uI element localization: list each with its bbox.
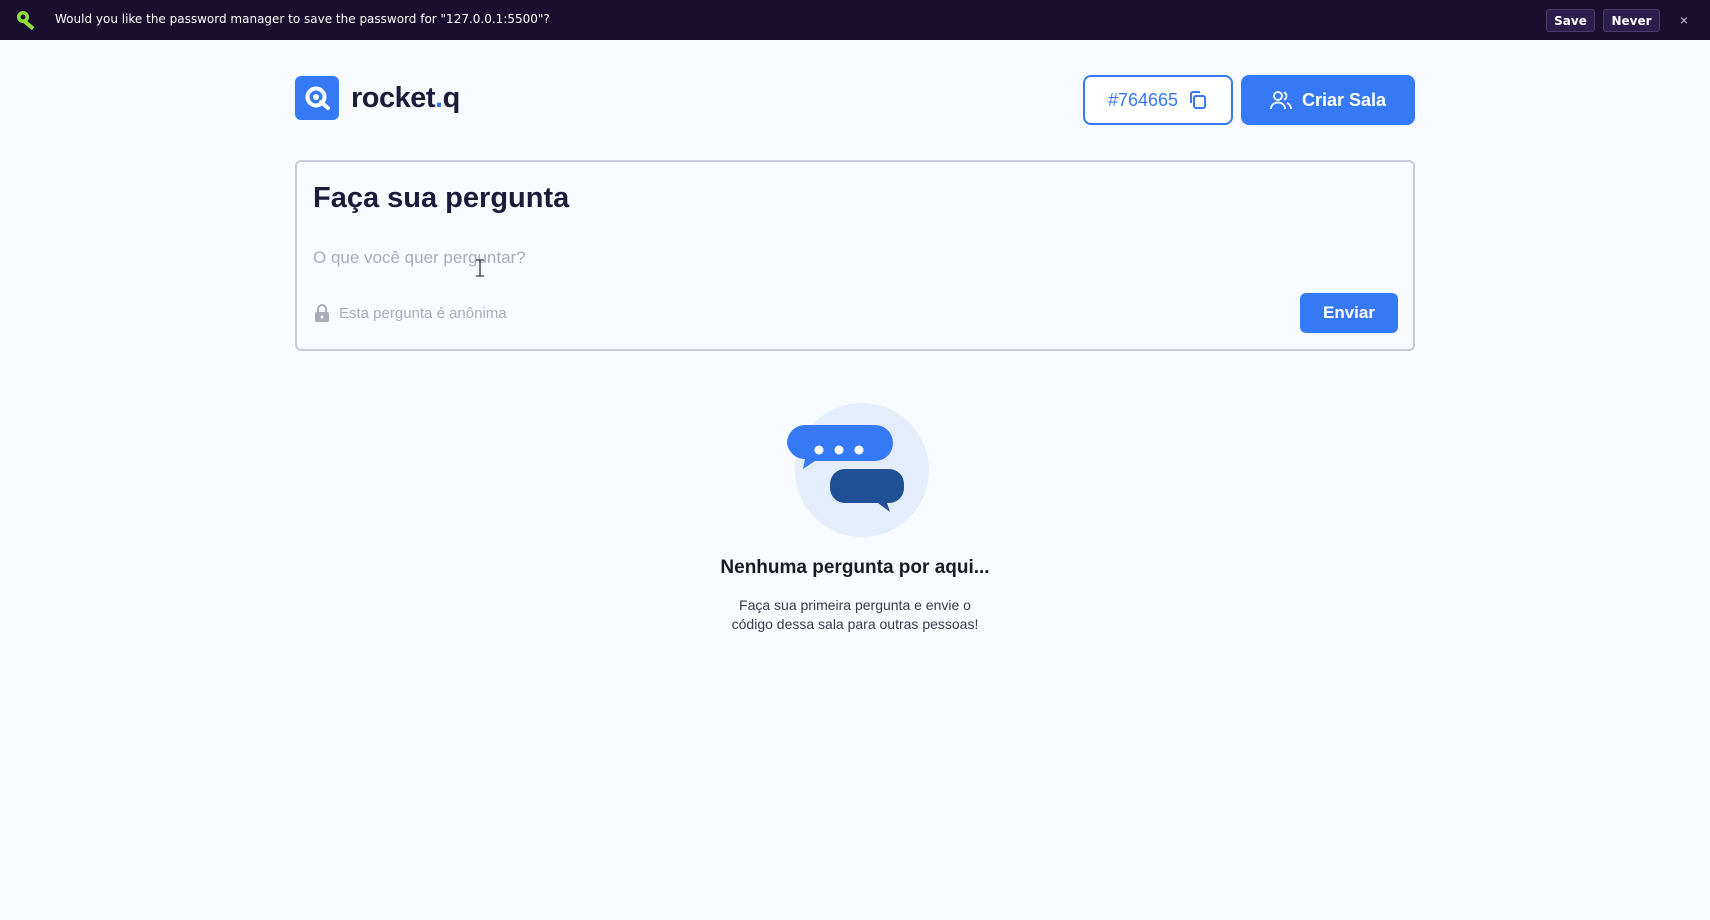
question-form-title: Faça sua pergunta bbox=[313, 182, 570, 214]
logo-text: rocket.q bbox=[351, 82, 460, 115]
chat-bubbles-icon bbox=[787, 403, 929, 537]
room-code-label: #764665 bbox=[1107, 89, 1179, 110]
key-icon bbox=[17, 11, 35, 30]
close-icon[interactable]: × bbox=[1676, 10, 1692, 30]
empty-state-description-line1: Faça sua primeira pergunta e envie o bbox=[739, 597, 971, 613]
lock-icon bbox=[315, 304, 329, 322]
empty-state-description-line2: código dessa sala para outras pessoas! bbox=[731, 616, 979, 632]
empty-state-description: Faça sua primeira pergunta e envie o cód… bbox=[655, 596, 1055, 634]
logo-word: rocket bbox=[351, 81, 436, 114]
copy-room-code-button[interactable]: #764665 bbox=[1083, 75, 1233, 125]
text-cursor-icon bbox=[476, 259, 484, 277]
never-save-button[interactable]: Never bbox=[1603, 9, 1660, 32]
rocketq-logo-icon bbox=[295, 76, 339, 120]
logo-suffix: q bbox=[442, 81, 461, 114]
save-password-button[interactable]: Save bbox=[1546, 9, 1595, 32]
create-room-label: Criar Sala bbox=[1301, 89, 1387, 110]
logo[interactable]: rocket.q bbox=[295, 76, 460, 120]
create-room-button[interactable]: Criar Sala bbox=[1241, 75, 1415, 125]
users-icon bbox=[1270, 91, 1292, 110]
question-form: Faça sua pergunta Esta pergunta é anônim… bbox=[295, 160, 1415, 351]
anonymous-label: Esta pergunta é anônima bbox=[339, 304, 507, 322]
password-manager-bar: Would you like the password manager to s… bbox=[0, 0, 1710, 40]
copy-icon bbox=[1190, 91, 1207, 109]
send-question-button[interactable]: Enviar bbox=[1300, 293, 1398, 333]
password-manager-message: Would you like the password manager to s… bbox=[55, 12, 550, 26]
empty-state-title: Nenhuma pergunta por aqui... bbox=[720, 557, 990, 578]
logo-dot: . bbox=[435, 81, 443, 114]
anonymous-toggle[interactable]: Esta pergunta é anônima bbox=[315, 304, 507, 322]
